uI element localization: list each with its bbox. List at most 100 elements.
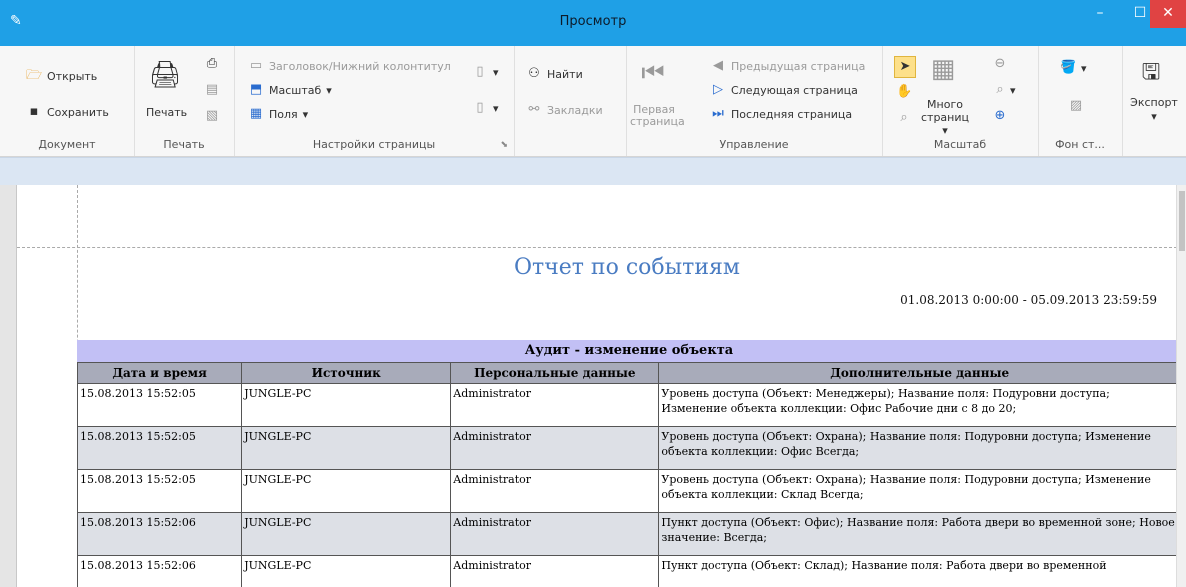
minimize-button[interactable]: –: [1080, 0, 1120, 28]
dialog-launcher-icon[interactable]: ⬊: [500, 140, 508, 150]
page-color-button[interactable]: 🪣 ▾: [1060, 60, 1087, 76]
hand-icon[interactable]: ✋: [896, 84, 912, 100]
print-button[interactable]: Печать: [146, 106, 187, 119]
chevron-down-icon: ▾: [302, 107, 309, 121]
print-options-icon[interactable]: ▧: [204, 108, 220, 124]
close-button[interactable]: ✕: [1150, 0, 1186, 28]
scale-label: Масштаб: [269, 83, 322, 97]
scrollbar-thumb[interactable]: [1179, 191, 1185, 251]
open-label: Открыть: [47, 69, 98, 83]
group-background: 🪣 ▾ ▨ Фон ст...: [1038, 46, 1123, 156]
group-zoom: ➤ ✋ ⌕ ▦ Много страниц ▾ ⊖ ⌕ ▾ ⊕ Масштаб: [882, 46, 1039, 156]
many-pages-label-2: страниц: [920, 111, 969, 124]
last-page-label: Последняя страница: [731, 107, 853, 121]
export-button[interactable]: Экспорт ▾: [1122, 96, 1186, 124]
cell-source: JUNGLE-PC: [241, 426, 452, 470]
table-row: 15.08.2013 15:52:05 JUNGLE-PC Administra…: [76, 383, 1181, 427]
orientation-button[interactable]: ▯ ▾: [472, 64, 499, 80]
margins-icon: ▦: [249, 106, 263, 121]
scale-icon: ⬒: [249, 82, 263, 97]
header-footer-button[interactable]: ▭ Заголовок/Нижний колонтитул: [248, 58, 451, 74]
table-row: 15.08.2013 15:52:05 JUNGLE-PC Administra…: [76, 426, 1181, 470]
cell-datetime: 15.08.2013 15:52:06: [76, 555, 243, 587]
cell-details: Пункт доступа (Объект: Офис); Название п…: [658, 512, 1181, 556]
pointer-icon[interactable]: ➤: [894, 56, 916, 78]
table-row: 15.08.2013 15:52:05 JUNGLE-PC Administra…: [76, 469, 1181, 513]
next-page-button[interactable]: ▷ Следующая страница: [710, 82, 858, 98]
column-header: Персональные данные: [450, 362, 660, 384]
column-header: Дата и время: [76, 362, 243, 384]
group-page-settings-label: Настройки страницы: [312, 138, 436, 151]
binoculars-icon: ⚇: [528, 66, 540, 81]
zoom-icon[interactable]: ⌕: [992, 82, 1008, 98]
paper-size-button[interactable]: ▯ ▾: [472, 100, 498, 116]
cell-details: Уровень доступа (Объект: Охрана); Назван…: [658, 469, 1181, 513]
preview-area[interactable]: Отчет по событиям 01.08.2013 0:00:00 - 0…: [0, 185, 1186, 587]
find-button[interactable]: ⚇ Найти: [526, 66, 583, 82]
page-setup-icon[interactable]: ▤: [204, 82, 220, 98]
group-print: 🖨 Печать ⎙ ▤ ▧ Печать: [134, 46, 235, 156]
chevron-down-icon: ▾: [493, 65, 499, 79]
cell-source: JUNGLE-PC: [241, 469, 452, 513]
vertical-scrollbar[interactable]: [1176, 185, 1186, 587]
export-icon: 🖫: [1141, 60, 1161, 85]
cell-datetime: 15.08.2013 15:52:05: [76, 426, 243, 470]
report-page: Отчет по событиям 01.08.2013 0:00:00 - 0…: [16, 185, 1181, 587]
zoom-out-icon[interactable]: ⊖: [992, 56, 1008, 72]
header-footer-label: Заголовок/Нижний колонтитул: [269, 59, 451, 73]
group-background-label: Фон ст...: [1055, 138, 1105, 151]
save-button[interactable]: ▪ Сохранить: [26, 104, 109, 120]
last-page-button[interactable]: ⏭ Последняя страница: [710, 106, 852, 122]
chevron-down-icon: ▾: [942, 124, 948, 137]
many-pages-button[interactable]: Много страниц ▾: [920, 98, 970, 137]
cell-personal: Administrator: [450, 555, 660, 587]
print-big-icon: 🖨: [148, 60, 182, 90]
first-page-icon: ⏮: [641, 58, 665, 88]
paper-size-icon: ▯: [476, 100, 484, 115]
group-page-settings: ▭ Заголовок/Нижний колонтитул ⬒ Масштаб …: [234, 46, 515, 156]
cell-personal: Administrator: [450, 383, 660, 427]
triangle-right-icon: ▷: [713, 82, 723, 97]
save-label: Сохранить: [47, 105, 109, 119]
prev-page-label: Предыдущая страница: [731, 59, 866, 73]
cell-details: Уровень доступа (Объект: Менеджеры); Наз…: [658, 383, 1181, 427]
many-pages-icon: ▦: [930, 54, 956, 84]
chevron-down-icon: ▾: [1081, 61, 1087, 75]
cell-source: JUNGLE-PC: [241, 383, 452, 427]
quick-print-icon[interactable]: ⎙: [204, 56, 220, 72]
print-label: Печать: [146, 106, 188, 119]
group-navigation-label: Управление: [719, 138, 789, 151]
zoom-in-icon[interactable]: ⊕: [992, 108, 1008, 124]
group-zoom-label: Масштаб: [933, 138, 987, 151]
chevron-down-icon: ▾: [326, 83, 332, 97]
group-export: 🖫 Экспорт ▾: [1122, 46, 1186, 156]
bookmarks-button[interactable]: ⚯ Закладки: [526, 102, 603, 118]
prev-page-button[interactable]: ◀ Предыдущая страница: [710, 58, 865, 74]
column-header: Источник: [241, 362, 452, 384]
status-strip: [0, 157, 1186, 186]
bookmarks-label: Закладки: [547, 103, 603, 117]
open-button[interactable]: 🗁 Открыть: [26, 68, 97, 84]
title-bar: ✎ Просмотр – ☐ ✕: [0, 0, 1186, 46]
group-find: ⚇ Найти ⚯ Закладки: [514, 46, 627, 156]
chevron-down-icon: ▾: [1151, 110, 1157, 123]
cell-details: Пункт доступа (Объект: Склад); Название …: [658, 555, 1181, 587]
margins-label: Поля: [269, 107, 298, 121]
cell-source: JUNGLE-PC: [241, 555, 452, 587]
cell-personal: Administrator: [450, 426, 660, 470]
cell-datetime: 15.08.2013 15:52:05: [76, 383, 243, 427]
first-page-label-2: страница: [630, 115, 685, 128]
cell-source: JUNGLE-PC: [241, 512, 452, 556]
cell-datetime: 15.08.2013 15:52:05: [76, 469, 243, 513]
zoom-tool-icon[interactable]: ⌕: [896, 110, 912, 126]
group-document-label: Документ: [38, 138, 96, 151]
chevron-down-icon[interactable]: ▾: [1010, 84, 1016, 97]
export-label: Экспорт: [1130, 96, 1178, 109]
scale-button[interactable]: ⬒ Масштаб ▾: [248, 82, 332, 98]
margins-button[interactable]: ▦ Поля ▾: [248, 106, 308, 122]
watermark-icon[interactable]: ▨: [1068, 98, 1084, 114]
first-page-button[interactable]: Первая страница: [630, 104, 685, 128]
triangle-left-icon: ◀: [713, 58, 723, 73]
table-row: 15.08.2013 15:52:06 JUNGLE-PC Administra…: [76, 555, 1181, 587]
cell-personal: Administrator: [450, 512, 660, 556]
